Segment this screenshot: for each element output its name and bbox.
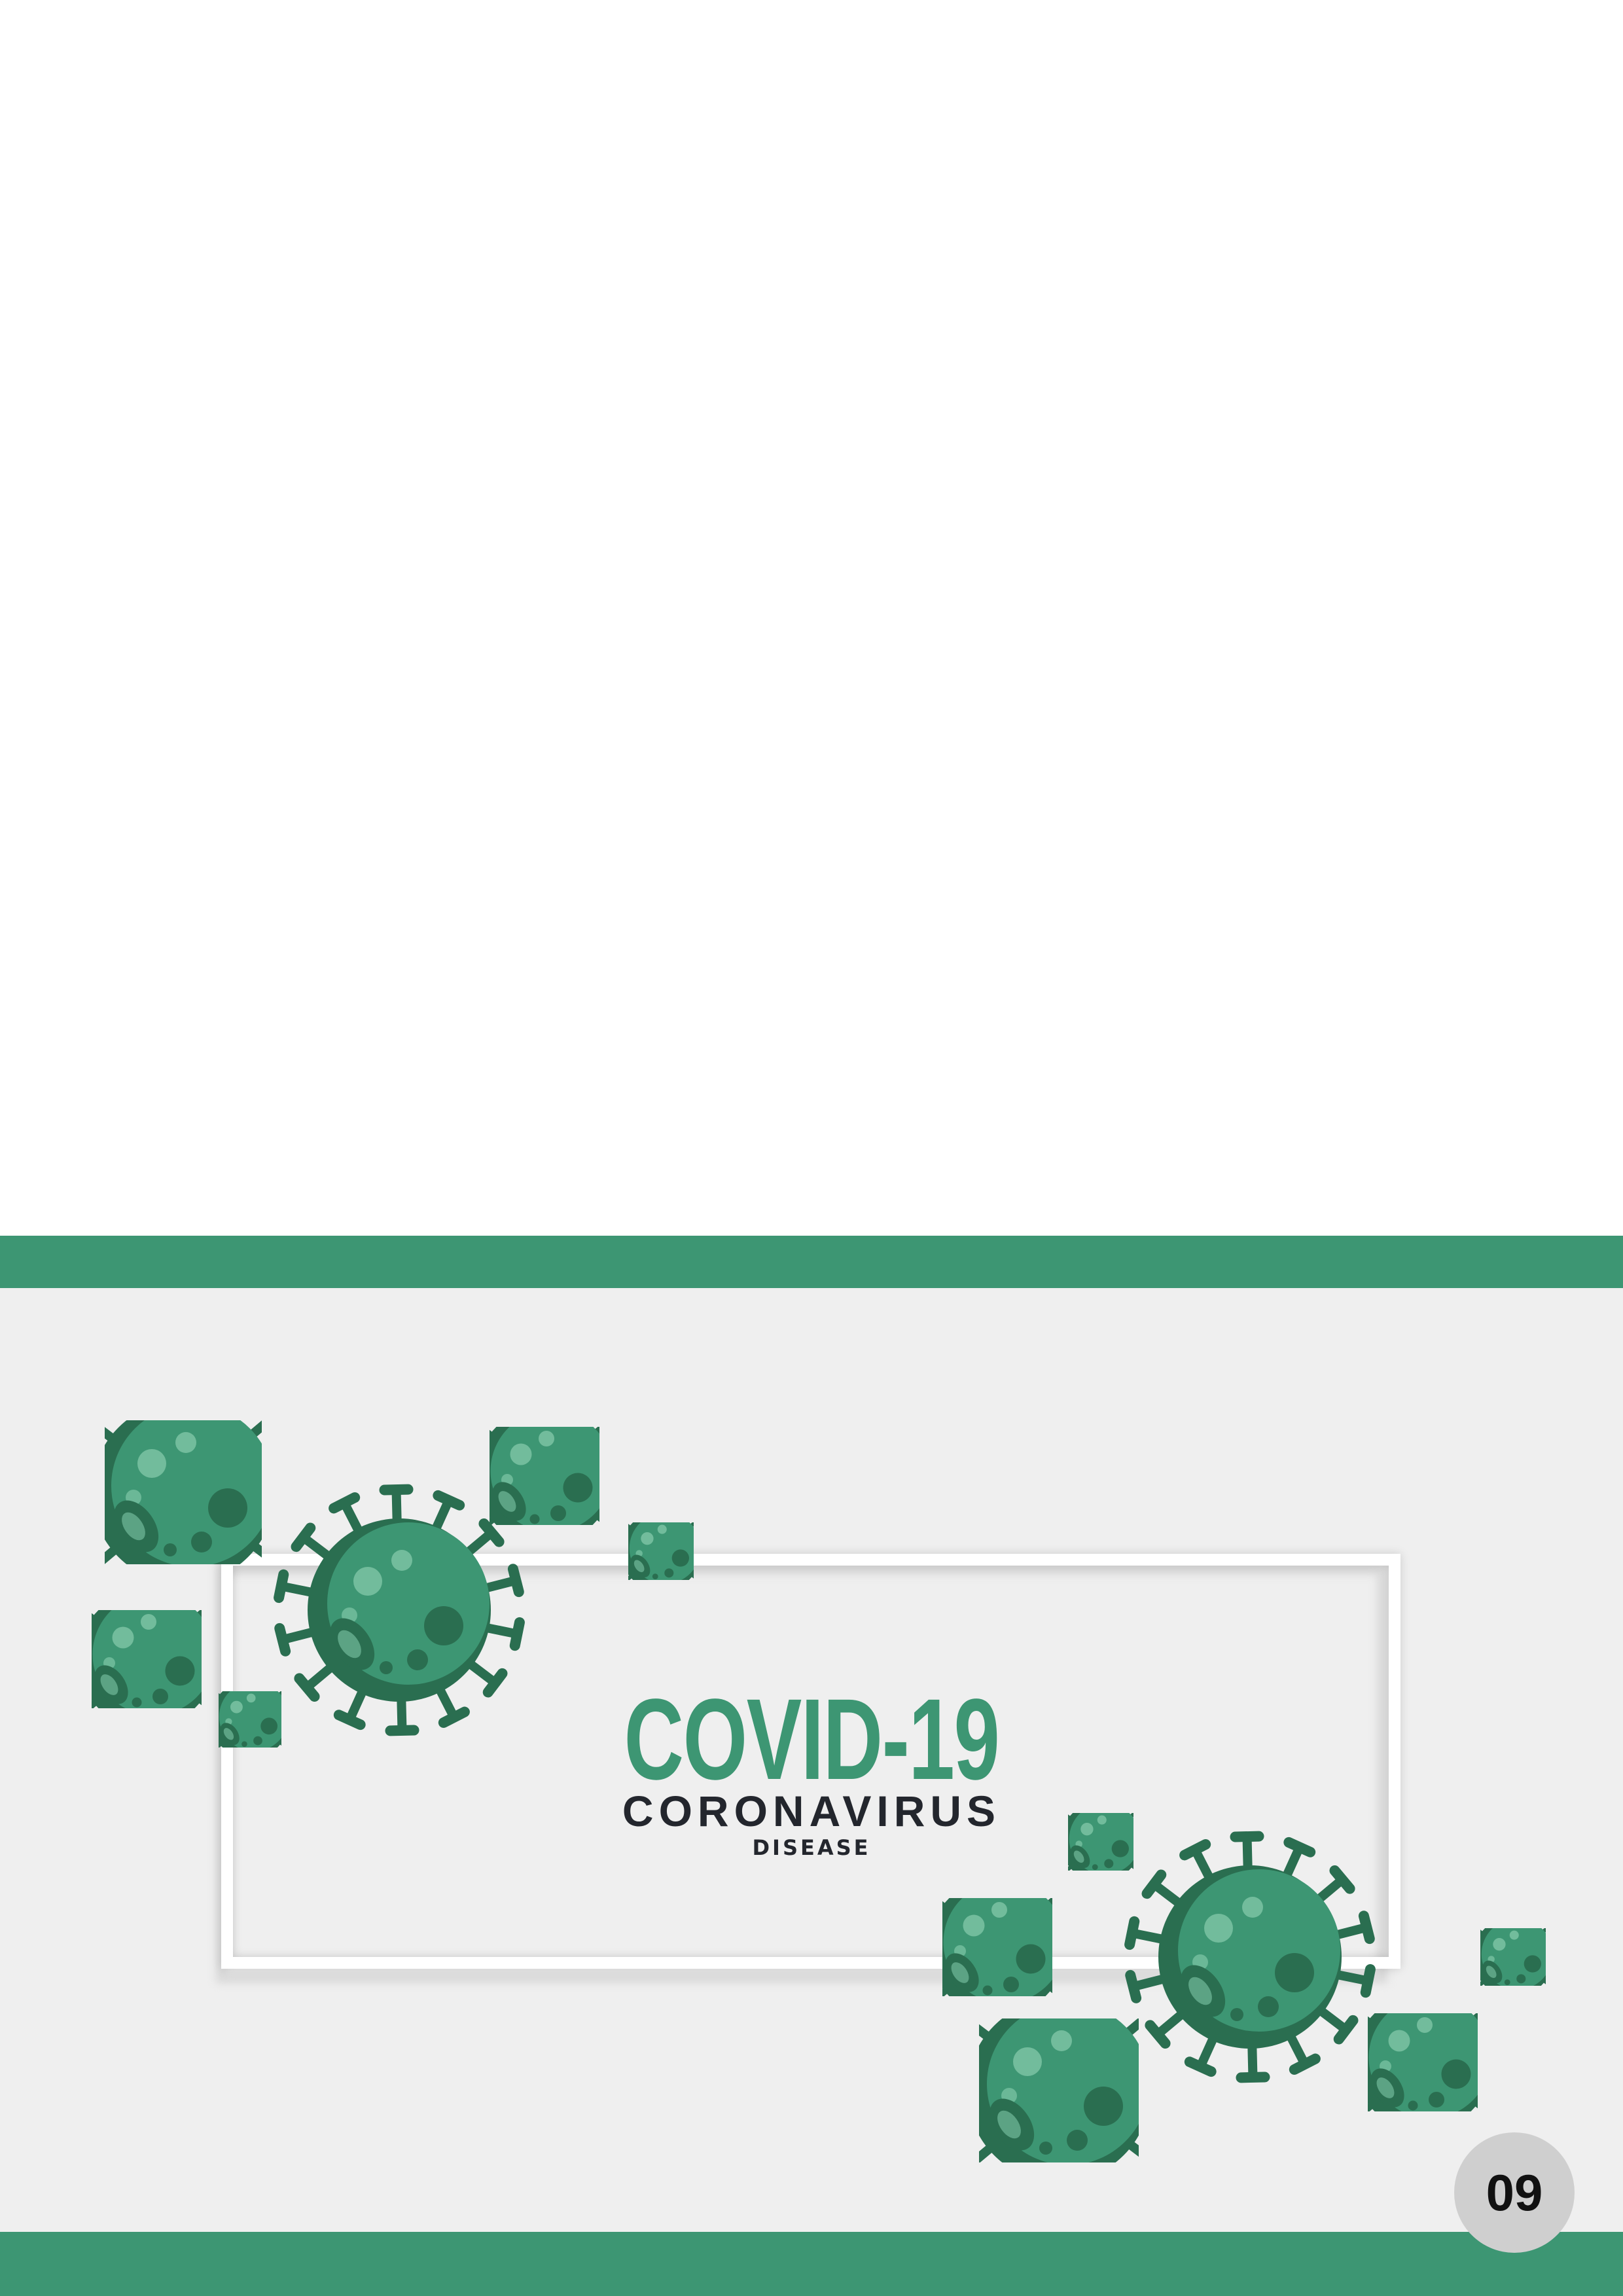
virus-icon-bottom-right: [979, 2018, 1139, 2162]
virus-icon-mid-left: [92, 1610, 202, 1708]
virus-icon-right-lower: [1368, 2013, 1478, 2111]
bottom-green-band: [0, 2232, 1623, 2296]
page-number: 09: [1486, 2163, 1543, 2221]
virus-icon-large-right: [1124, 1831, 1376, 2083]
banner-title: COVID-19: [624, 1676, 1000, 1804]
virus-icon-top-left: [105, 1420, 262, 1564]
banner-subtitle: CORONAVIRUS: [622, 1787, 1001, 1835]
virus-icon-top-middle: [490, 1427, 599, 1525]
blank-content-area: [0, 0, 1623, 1236]
virus-icon-far-right: [1480, 1928, 1546, 1986]
top-green-band: [0, 1236, 1623, 1288]
virus-icon-mid-right: [942, 1898, 1052, 1996]
banner-caption: DISEASE: [752, 1835, 871, 1860]
page-number-badge: 09: [1454, 2132, 1575, 2253]
virus-icon-tiny-top: [628, 1522, 694, 1580]
